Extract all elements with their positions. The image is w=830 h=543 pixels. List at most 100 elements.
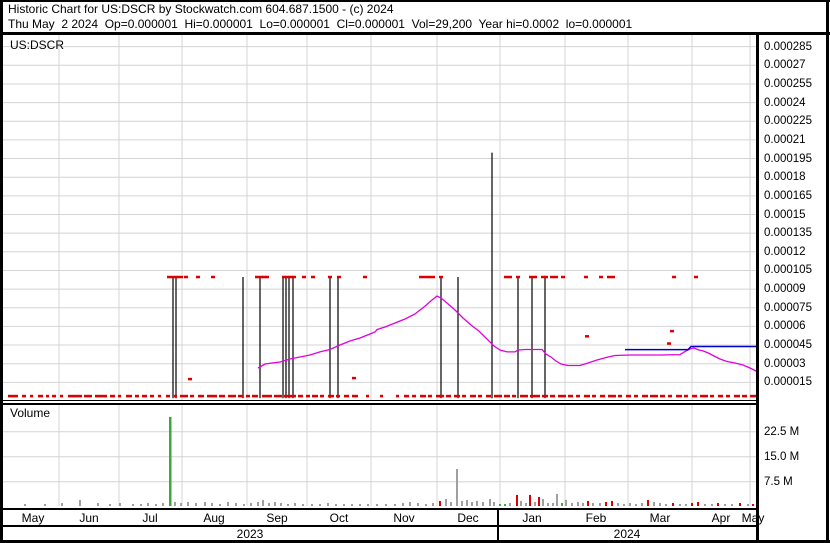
price-volume-chart [3, 35, 758, 506]
close-tick-low [558, 394, 566, 398]
close-tick [667, 342, 671, 345]
volume-bar [432, 502, 434, 506]
price-tick-label: 0.000195 [764, 152, 812, 165]
volume-bar [747, 503, 749, 506]
volume-bar [547, 502, 549, 506]
close-tick-high [529, 275, 533, 279]
volume-bar [599, 502, 601, 506]
volume-bar [711, 503, 713, 506]
close-tick-low [52, 394, 56, 398]
volume-bar [592, 502, 594, 506]
close-tick-high [255, 275, 259, 279]
close-tick-low [504, 394, 510, 398]
volume-bar [311, 503, 313, 506]
close-tick-low [530, 394, 540, 398]
close-tick-low [462, 394, 466, 398]
header-divider [0, 32, 830, 35]
volume-bar [327, 502, 329, 506]
volume-bar [44, 503, 46, 506]
volume-bar [376, 503, 378, 506]
volume-bar [641, 502, 643, 506]
close-tick-low [660, 394, 665, 398]
volume-tick-label: 22.5 M [764, 425, 800, 438]
close-tick-low [126, 394, 132, 398]
close-tick-low [207, 394, 217, 398]
close-tick-low [352, 394, 358, 398]
chart-title: Historic Chart for US:DSCR by Stockwatch… [8, 2, 394, 16]
close-tick-low [38, 394, 43, 398]
volume-bar [647, 499, 649, 506]
price-tick-label: 0.00027 [764, 59, 806, 72]
close-tick-low [380, 394, 383, 398]
price-tick-label: 0.000135 [764, 227, 812, 240]
volume-bar [425, 503, 427, 506]
month-label: Dec [457, 511, 479, 525]
close-tick-low [95, 394, 107, 398]
close-tick-low [190, 394, 194, 398]
close-tick-high [431, 275, 435, 279]
close-tick-low [676, 394, 682, 398]
volume-bottom-border [0, 507, 758, 510]
volume-bar [520, 500, 522, 506]
close-tick-low [158, 394, 161, 398]
close-tick [352, 376, 356, 380]
close-tick-low [734, 394, 740, 398]
close-tick-low [198, 394, 204, 398]
close-tick-low [684, 394, 688, 398]
month-label: Feb [585, 511, 607, 525]
close-tick-low [180, 394, 188, 398]
month-label: Jan [522, 511, 542, 525]
close-tick-low [118, 394, 121, 398]
year-boundary-divider [497, 509, 499, 541]
volume-tick-label: 15.0 M [764, 450, 800, 463]
volume-bar [24, 503, 26, 506]
close-tick-low [166, 394, 170, 398]
price-tick-label: 0.00009 [764, 283, 806, 296]
close-tick-low [436, 394, 444, 398]
volume-bar [529, 494, 531, 506]
volume-bar [493, 501, 495, 506]
close-tick-low [634, 394, 638, 398]
volume-bar [653, 501, 655, 506]
volume-bar [476, 500, 478, 506]
volume-bar [169, 416, 172, 506]
close-tick-low [726, 394, 730, 398]
close-tick-low [486, 394, 491, 398]
close-tick-low [512, 394, 516, 398]
volume-bar [409, 501, 411, 506]
close-tick-high [561, 275, 565, 279]
close-tick [188, 377, 192, 381]
volume-bar [187, 501, 189, 506]
close-tick-low [68, 394, 82, 398]
close-tick-low [520, 394, 528, 398]
close-tick-low [668, 394, 672, 398]
close-tick-low [718, 394, 723, 398]
volume-bar [556, 493, 558, 506]
close-tick-low [228, 394, 236, 398]
outer-border-top [0, 0, 830, 2]
close-tick-high [516, 275, 520, 279]
price-tick-label: 0.000255 [764, 77, 812, 90]
close-tick-low [328, 394, 334, 398]
outer-border-bottom [0, 540, 830, 543]
volume-bar [385, 503, 387, 506]
close-tick-low [252, 394, 258, 398]
close-tick-low [344, 394, 349, 398]
volume-bar [565, 499, 567, 506]
volume-bar [445, 498, 447, 506]
volume-bar [679, 503, 681, 506]
volume-bar [195, 502, 197, 506]
close-tick-low [454, 394, 460, 398]
volume-bar [302, 503, 304, 506]
volume-bar [623, 503, 625, 506]
volume-bar [257, 501, 259, 506]
price-tick-label: 0.000045 [764, 339, 812, 352]
close-tick-high [211, 275, 215, 279]
volume-bar [752, 503, 754, 506]
close-tick-low [30, 394, 33, 398]
close-tick-high [419, 275, 423, 279]
volume-bar [611, 500, 613, 506]
volume-bar [417, 502, 419, 506]
volume-bar [97, 502, 99, 506]
volume-bar [319, 503, 321, 506]
